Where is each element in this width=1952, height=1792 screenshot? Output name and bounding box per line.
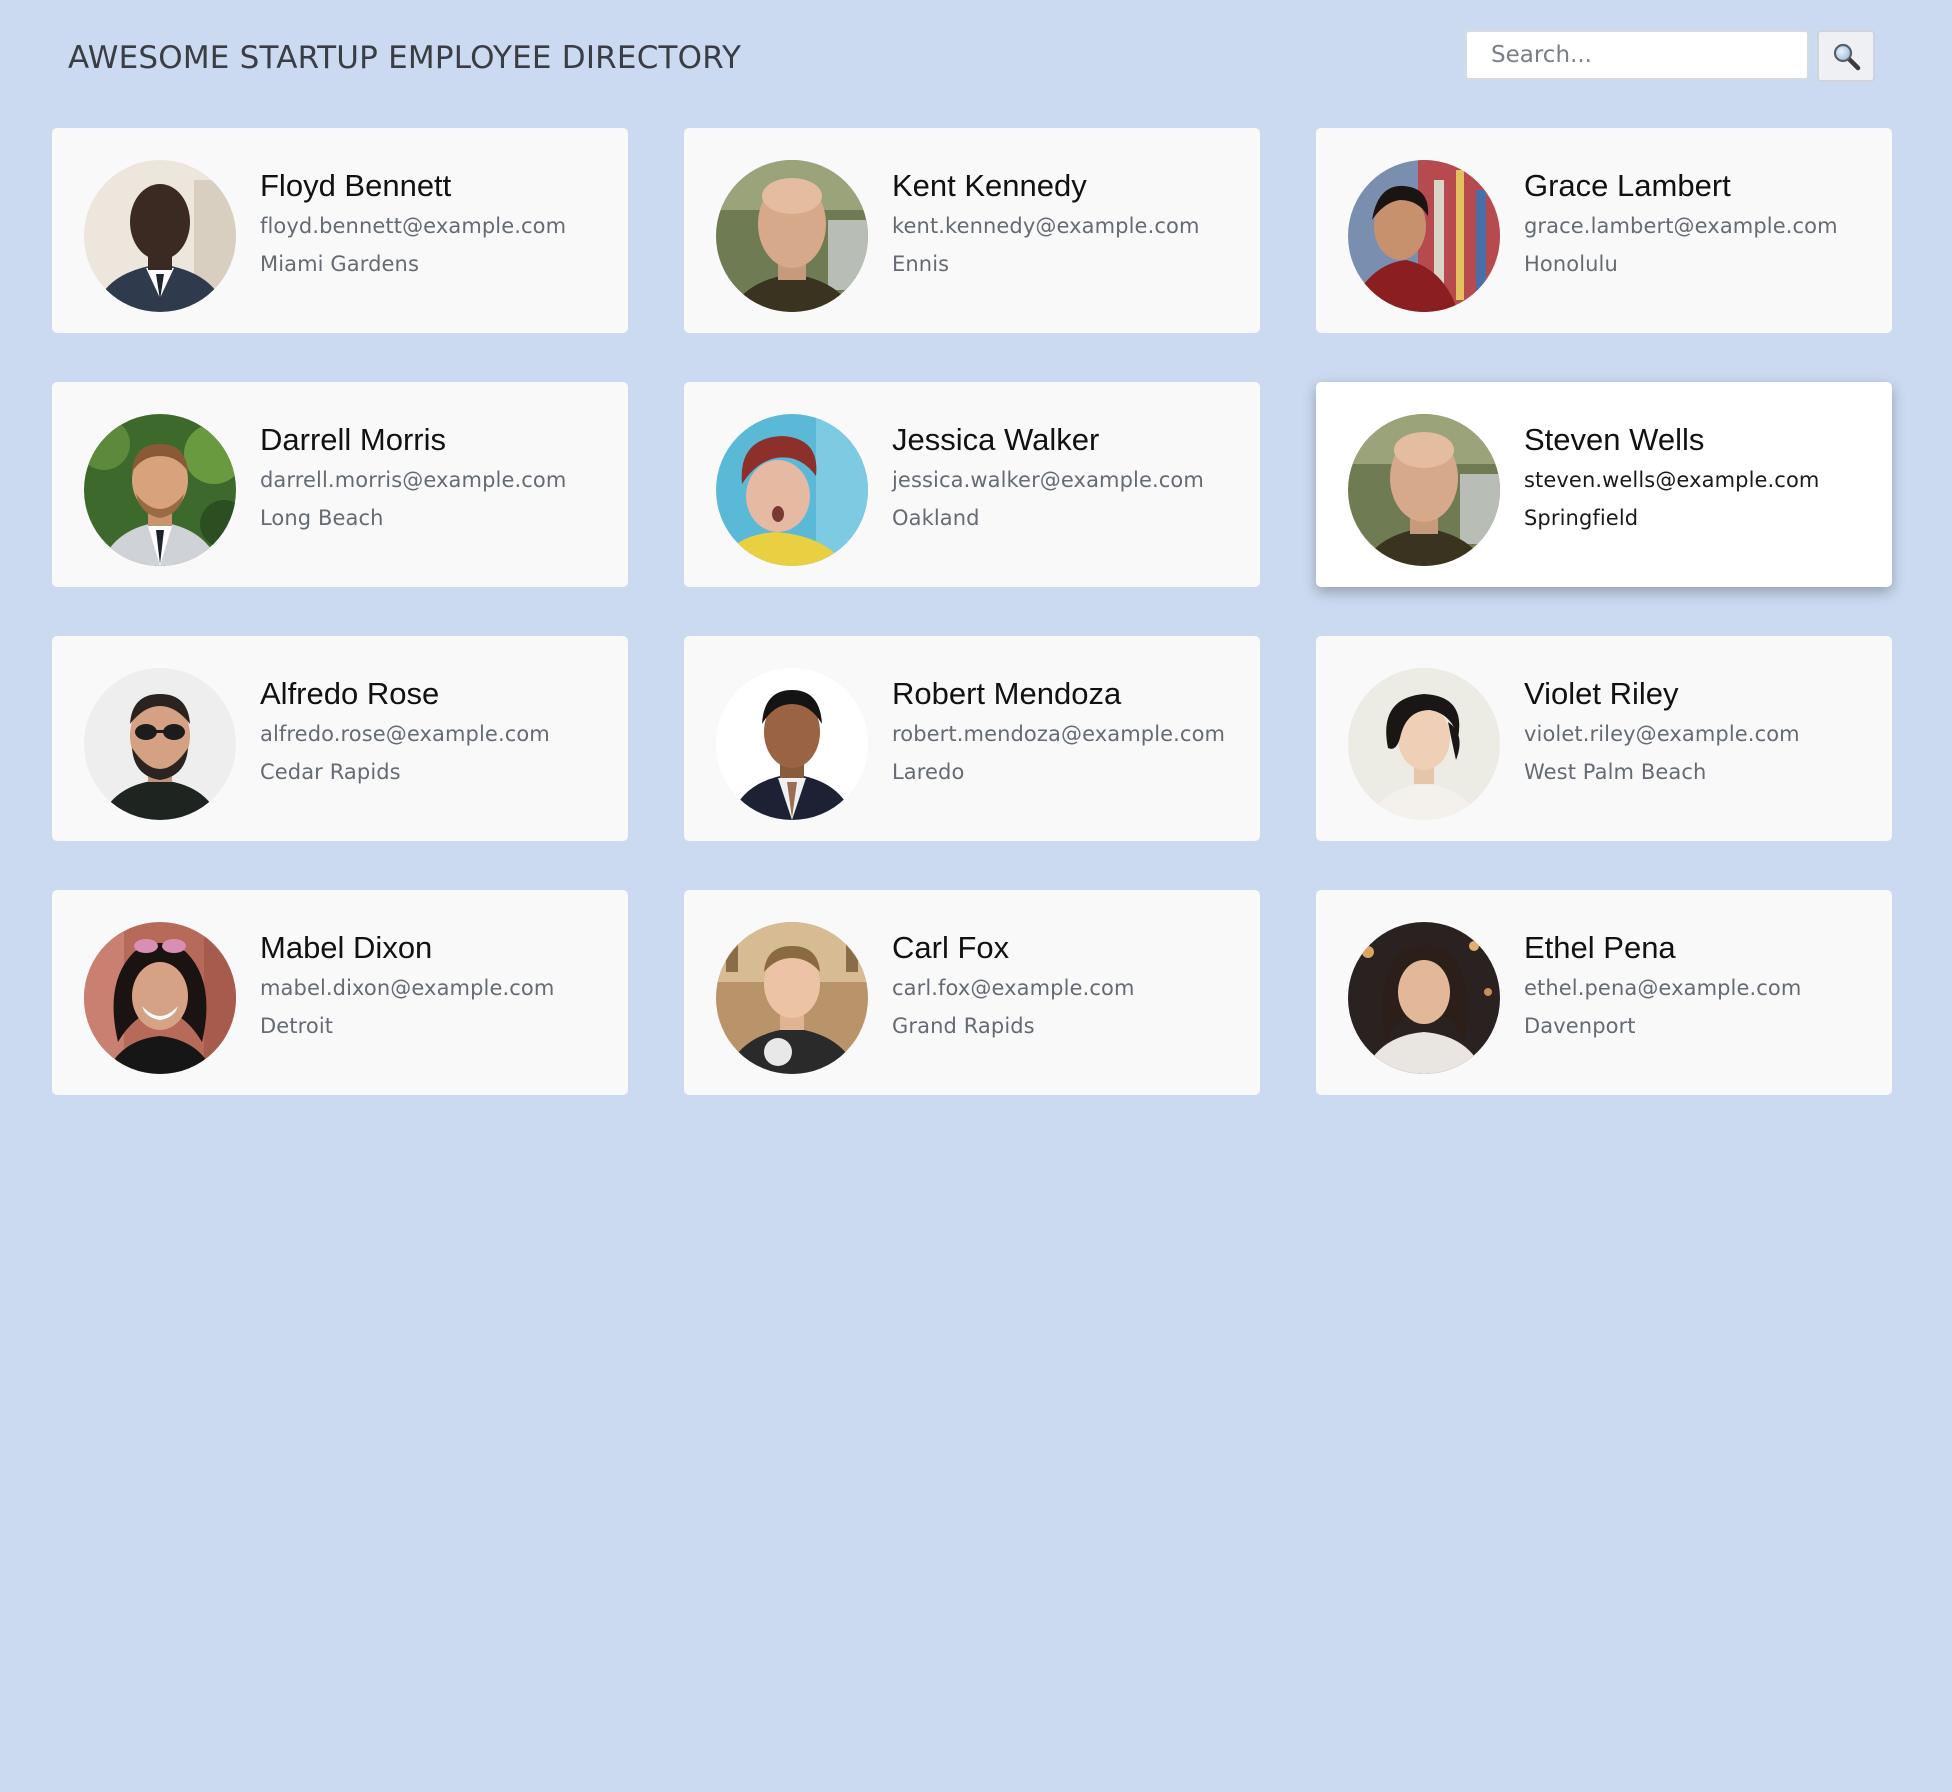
avatar: [84, 414, 236, 566]
employee-email: mabel.dixon@example.com: [260, 976, 555, 1000]
search-input[interactable]: [1465, 30, 1809, 80]
employee-info: Floyd Bennett floyd.bennett@example.com …: [260, 168, 618, 278]
employee-email: alfredo.rose@example.com: [260, 722, 550, 746]
avatar: [716, 668, 868, 820]
employee-city: Ennis: [892, 252, 950, 276]
employee-name: Jessica Walker: [892, 422, 1100, 457]
employee-email: jessica.walker@example.com: [892, 468, 1204, 492]
search-button[interactable]: [1817, 30, 1875, 82]
avatar: [1348, 414, 1500, 566]
employee-city: Miami Gardens: [260, 252, 419, 276]
employee-email: ethel.pena@example.com: [1524, 976, 1802, 1000]
employee-info: Ethel Pena ethel.pena@example.com Davenp…: [1524, 930, 1882, 1040]
employee-city: Cedar Rapids: [260, 760, 401, 784]
employee-info: Robert Mendoza robert.mendoza@example.co…: [892, 676, 1250, 786]
employee-card[interactable]: Grace Lambert grace.lambert@example.com …: [1316, 128, 1892, 333]
employee-city: Davenport: [1524, 1014, 1636, 1038]
employee-card[interactable]: Kent Kennedy kent.kennedy@example.com En…: [684, 128, 1260, 333]
avatar: [716, 414, 868, 566]
employee-name: Mabel Dixon: [260, 930, 433, 965]
employee-city: Honolulu: [1524, 252, 1618, 276]
employee-card[interactable]: Jessica Walker jessica.walker@example.co…: [684, 382, 1260, 587]
employee-email: floyd.bennett@example.com: [260, 214, 567, 238]
avatar: [84, 160, 236, 312]
employee-city: Springfield: [1524, 506, 1639, 530]
employee-email: grace.lambert@example.com: [1524, 214, 1838, 238]
avatar: [716, 922, 868, 1074]
employee-name: Kent Kennedy: [892, 168, 1087, 203]
employee-info: Grace Lambert grace.lambert@example.com …: [1524, 168, 1882, 278]
employee-email: darrell.morris@example.com: [260, 468, 567, 492]
avatar: [84, 922, 236, 1074]
avatar: [1348, 160, 1500, 312]
employee-info: Violet Riley violet.riley@example.com We…: [1524, 676, 1882, 786]
avatar: [1348, 922, 1500, 1074]
avatar: [1348, 668, 1500, 820]
employee-card[interactable]: Alfredo Rose alfredo.rose@example.com Ce…: [52, 636, 628, 841]
employee-card[interactable]: Ethel Pena ethel.pena@example.com Davenp…: [1316, 890, 1892, 1095]
employee-info: Carl Fox carl.fox@example.com Grand Rapi…: [892, 930, 1250, 1040]
avatar: [716, 160, 868, 312]
employee-card[interactable]: Steven Wells steven.wells@example.com Sp…: [1316, 382, 1892, 587]
employee-info: Mabel Dixon mabel.dixon@example.com Detr…: [260, 930, 618, 1040]
employee-card[interactable]: Violet Riley violet.riley@example.com We…: [1316, 636, 1892, 841]
employee-email: carl.fox@example.com: [892, 976, 1135, 1000]
employee-email: violet.riley@example.com: [1524, 722, 1800, 746]
employee-name: Robert Mendoza: [892, 676, 1122, 711]
employee-city: Oakland: [892, 506, 980, 530]
employee-name: Alfredo Rose: [260, 676, 440, 711]
avatar: [84, 668, 236, 820]
employee-info: Darrell Morris darrell.morris@example.co…: [260, 422, 618, 532]
employee-card[interactable]: Carl Fox carl.fox@example.com Grand Rapi…: [684, 890, 1260, 1095]
header: AWESOME STARTUP EMPLOYEE DIRECTORY: [0, 0, 1952, 120]
employee-email: steven.wells@example.com: [1524, 468, 1820, 492]
employee-info: Steven Wells steven.wells@example.com Sp…: [1524, 422, 1882, 532]
employee-info: Jessica Walker jessica.walker@example.co…: [892, 422, 1250, 532]
employee-name: Grace Lambert: [1524, 168, 1731, 203]
employee-city: Long Beach: [260, 506, 384, 530]
employee-name: Darrell Morris: [260, 422, 446, 457]
employee-name: Violet Riley: [1524, 676, 1679, 711]
employee-info: Kent Kennedy kent.kennedy@example.com En…: [892, 168, 1250, 278]
employee-email: kent.kennedy@example.com: [892, 214, 1200, 238]
employee-card[interactable]: Darrell Morris darrell.morris@example.co…: [52, 382, 628, 587]
magnifier-icon: [1833, 43, 1861, 71]
employee-city: Detroit: [260, 1014, 334, 1038]
employee-city: Laredo: [892, 760, 965, 784]
employee-card[interactable]: Floyd Bennett floyd.bennett@example.com …: [52, 128, 628, 333]
employee-city: Grand Rapids: [892, 1014, 1035, 1038]
employee-info: Alfredo Rose alfredo.rose@example.com Ce…: [260, 676, 618, 786]
employee-city: West Palm Beach: [1524, 760, 1707, 784]
employee-card[interactable]: Mabel Dixon mabel.dixon@example.com Detr…: [52, 890, 628, 1095]
employee-card[interactable]: Robert Mendoza robert.mendoza@example.co…: [684, 636, 1260, 841]
employee-name: Ethel Pena: [1524, 930, 1676, 965]
employee-name: Carl Fox: [892, 930, 1010, 965]
page-title: AWESOME STARTUP EMPLOYEE DIRECTORY: [68, 40, 742, 76]
employee-name: Floyd Bennett: [260, 168, 452, 203]
employee-email: robert.mendoza@example.com: [892, 722, 1226, 746]
employee-name: Steven Wells: [1524, 422, 1705, 457]
